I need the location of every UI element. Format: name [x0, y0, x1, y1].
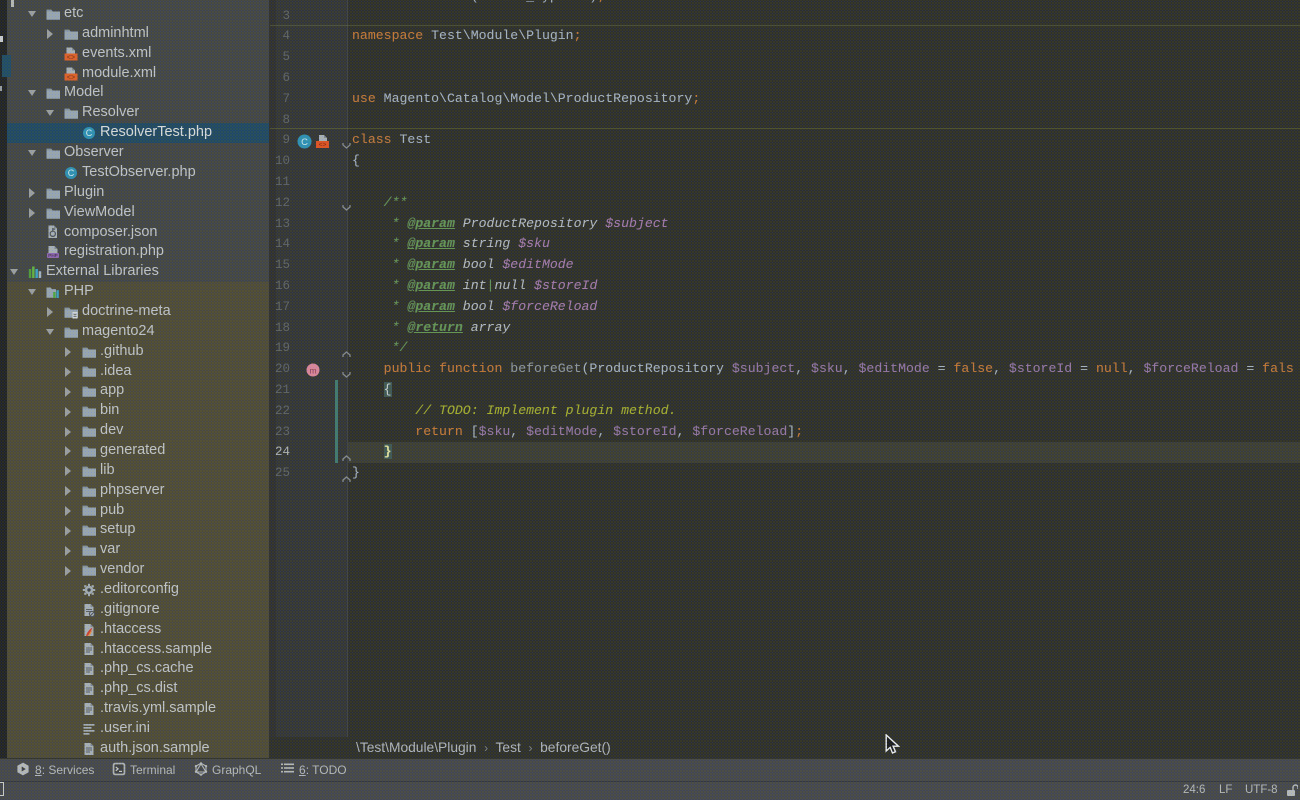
svg-text:<>: <> — [319, 141, 327, 148]
svg-text:C: C — [301, 137, 308, 148]
svg-text:C: C — [86, 128, 93, 138]
svg-text:<>: <> — [67, 54, 75, 61]
svg-text:PHP: PHP — [48, 253, 57, 258]
svg-text:C: C — [68, 168, 75, 178]
svg-text:<>: <> — [67, 74, 75, 81]
svg-text:m: m — [309, 365, 316, 375]
